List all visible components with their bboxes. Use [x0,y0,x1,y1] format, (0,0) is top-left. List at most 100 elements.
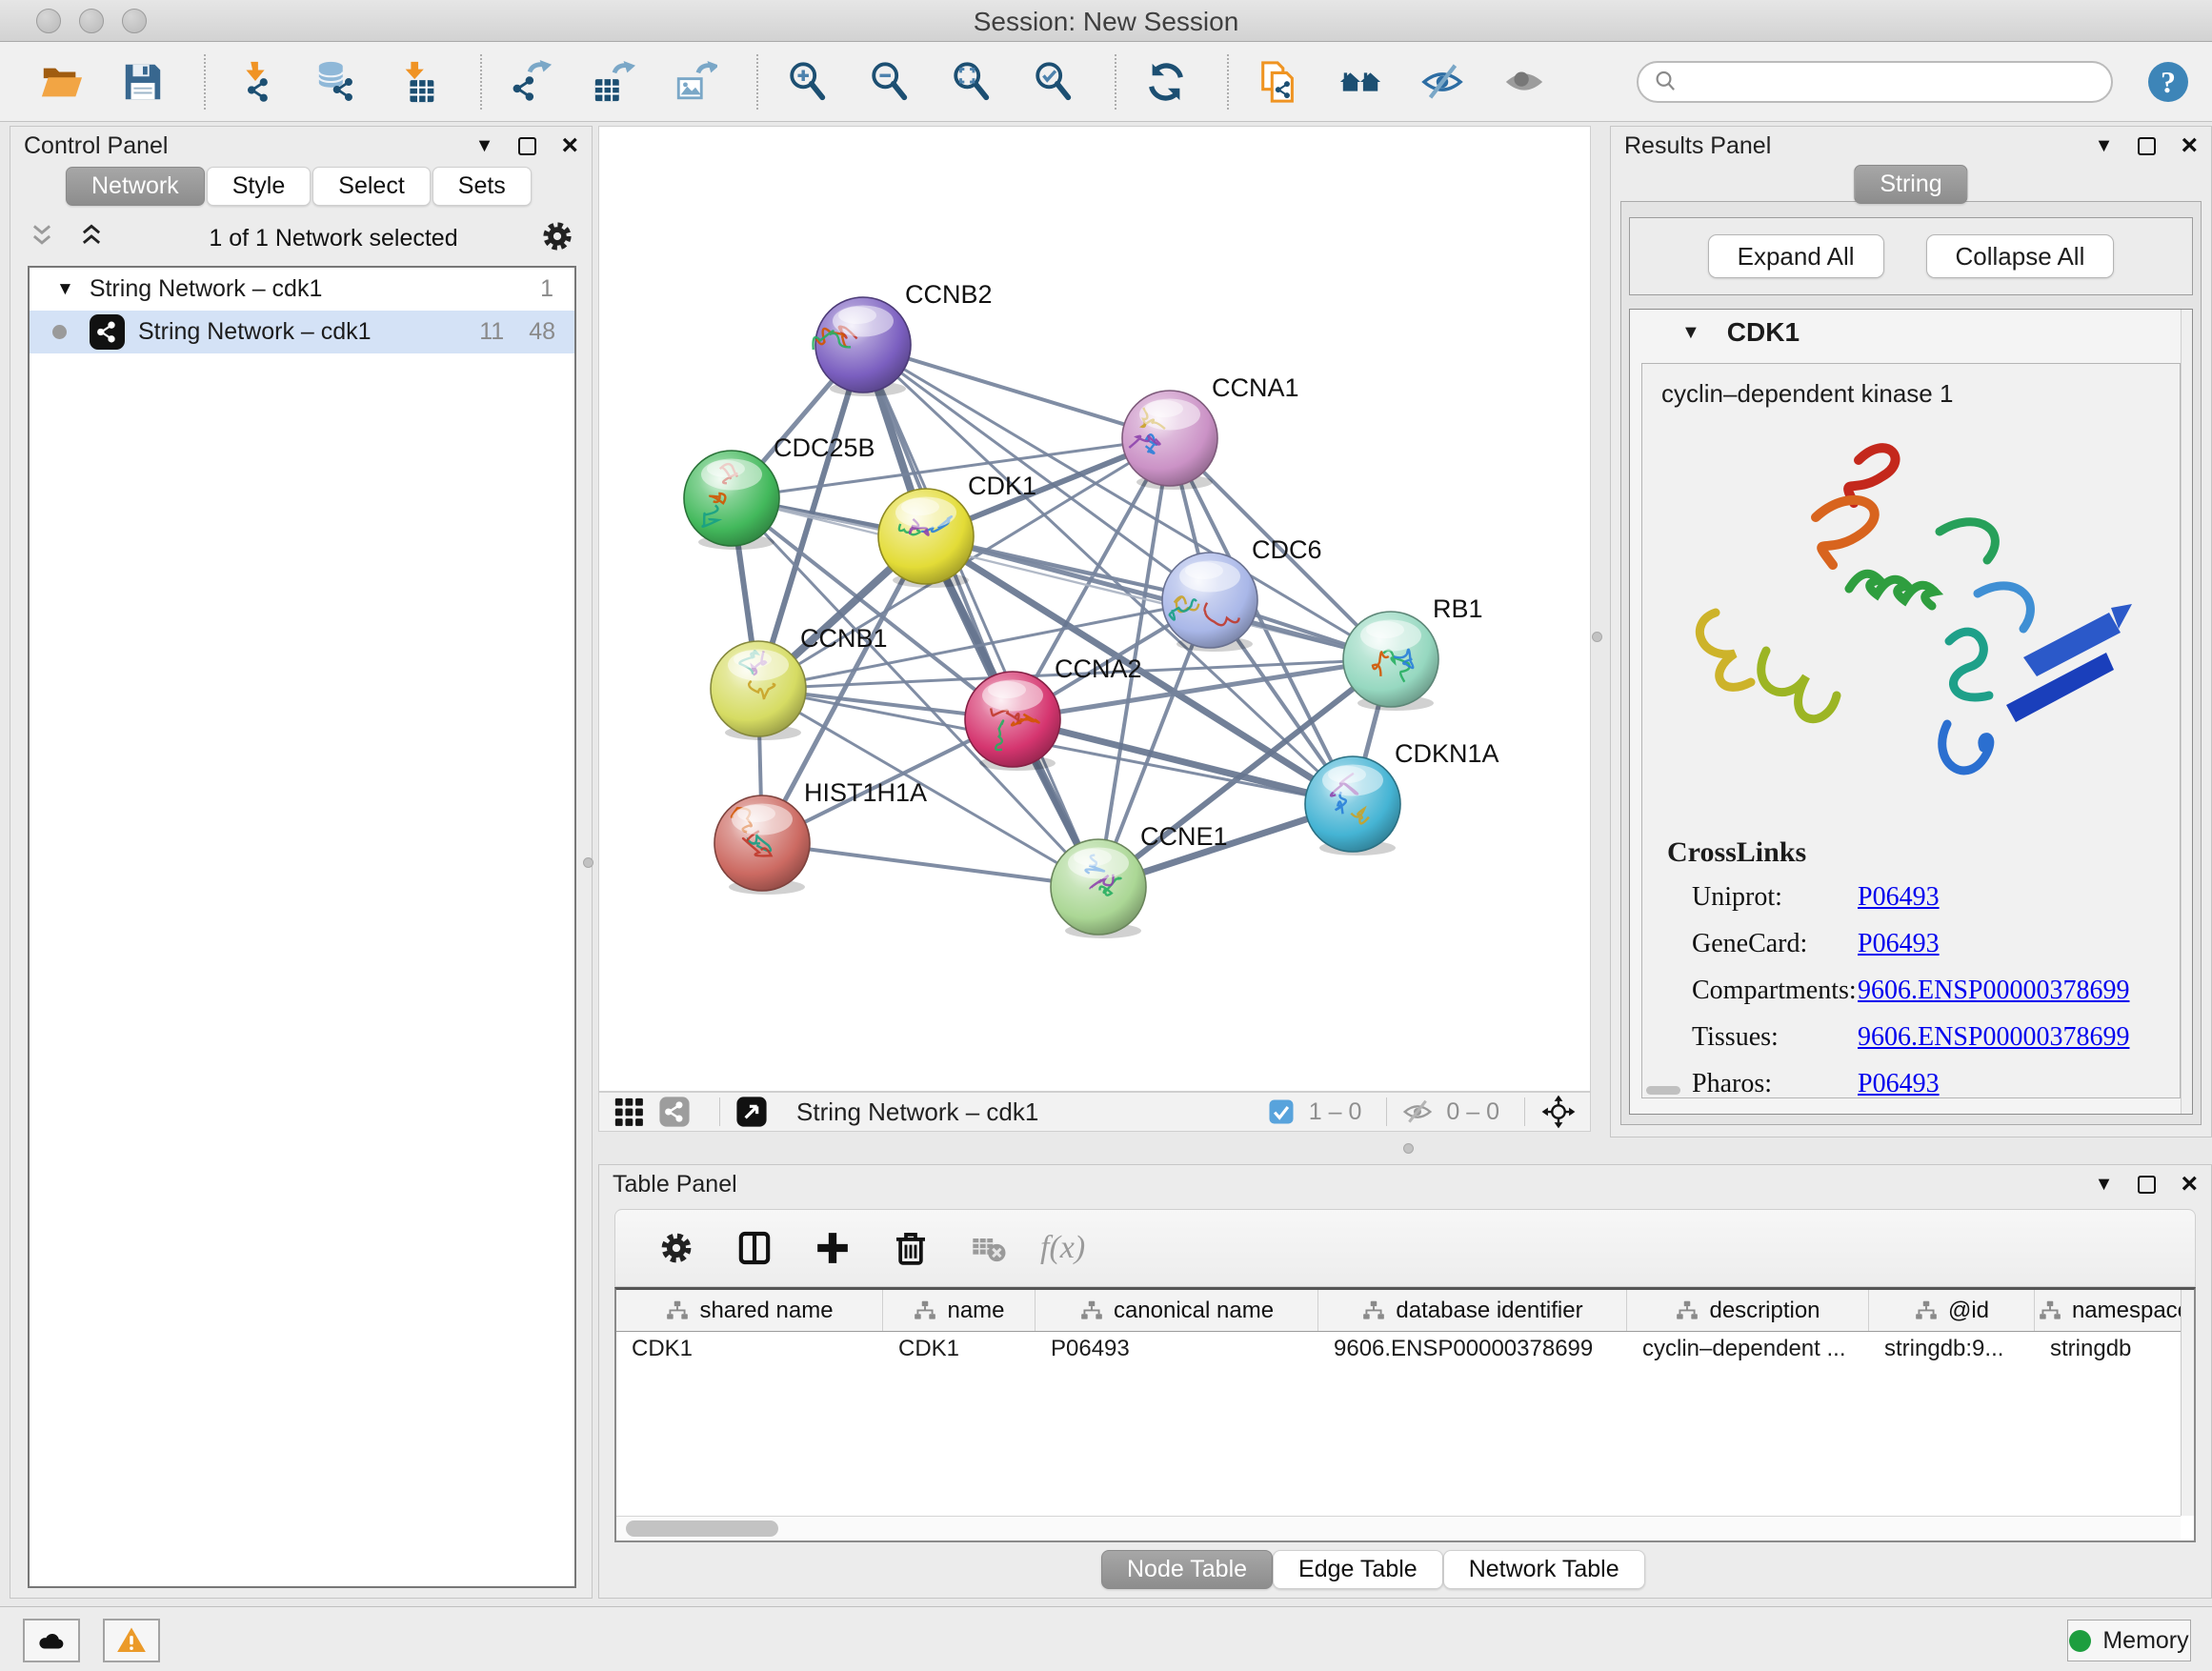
node-CDC6[interactable] [1162,553,1257,648]
export-network-button[interactable] [505,55,558,109]
node-CCNE1[interactable] [1051,839,1146,935]
string-share-icon[interactable] [658,1096,691,1128]
cloud-status-button[interactable] [23,1619,80,1662]
collapse-all-chevron-icon[interactable] [77,222,106,255]
tab-network-table[interactable]: Network Table [1443,1550,1645,1589]
export-image-icon [674,60,717,104]
panel-menu-icon[interactable]: ▼ [2095,1174,2114,1196]
birdseye-view-icon[interactable] [735,1096,768,1128]
delete-column-icon[interactable] [884,1221,937,1275]
panel-float-icon[interactable] [2138,1176,2156,1194]
network-grid-icon[interactable] [613,1096,645,1128]
homes-button[interactable] [1334,55,1387,109]
node-CCNB2[interactable] [814,297,911,393]
node-CCNB1[interactable] [711,641,806,736]
tree-column-icon [665,1299,690,1323]
table-vscrollbar[interactable] [2181,1290,2194,1516]
expand-all-button[interactable]: Expand All [1708,234,1884,278]
tab-edge-table[interactable]: Edge Table [1273,1550,1443,1589]
crosslink-link[interactable]: P06493 [1858,929,1940,959]
tab-network[interactable]: Network [66,167,205,206]
search-box[interactable] [1637,61,2113,103]
column-header-description[interactable]: description [1627,1290,1869,1331]
zoom-out-button[interactable] [863,55,916,109]
network-canvas[interactable]: CCNB2CCNA1CDC25BCDK1CDC6RB1CCNB1CCNA2CDK… [598,126,1591,1092]
panel-menu-icon[interactable]: ▼ [475,135,494,157]
tab-string[interactable]: String [1854,165,1967,204]
tree-column-icon [1914,1299,1939,1323]
import-table-button[interactable] [392,55,446,109]
table-hscrollbar[interactable] [616,1516,2181,1540]
node-label-RB1: RB1 [1433,594,1483,623]
export-image-button[interactable] [669,55,722,109]
tab-select[interactable]: Select [312,167,430,206]
crosslink-link[interactable]: 9606.ENSP00000378699 [1858,1022,2129,1053]
panel-float-icon[interactable] [518,137,536,155]
splitter-handle[interactable] [1403,1143,1414,1154]
results-hscroll-thumb[interactable] [1646,1086,1680,1095]
column-header-sharedname[interactable]: shared name [616,1290,883,1331]
selected-checkbox-icon[interactable] [1267,1097,1296,1126]
panel-close-icon[interactable]: × [2181,1175,2198,1194]
string-network-graph[interactable]: CCNB2CCNA1CDC25BCDK1CDC6RB1CCNB1CCNA2CDK… [599,127,1590,1091]
table-hscroll-thumb[interactable] [626,1520,778,1537]
refresh-button[interactable] [1139,55,1193,109]
node-RB1[interactable] [1343,612,1438,707]
node-CDKN1A[interactable] [1305,756,1400,852]
node-CCNA2[interactable] [965,672,1060,767]
crosslink-link[interactable]: P06493 [1858,882,1940,913]
tab-style[interactable]: Style [207,167,312,206]
column-header-databaseidentifier[interactable]: database identifier [1318,1290,1627,1331]
node-table[interactable]: shared namenamecanonical namedatabase id… [614,1287,2196,1542]
zoom-in-button[interactable] [781,55,835,109]
crosslink-link[interactable]: 9606.ENSP00000378699 [1858,976,2129,1006]
search-input[interactable] [1688,68,2098,96]
splitter-handle[interactable] [1592,632,1602,642]
node-HIST1H1A[interactable] [714,795,810,891]
add-column-icon[interactable] [806,1221,859,1275]
panel-menu-icon[interactable]: ▼ [2095,135,2114,157]
network-row[interactable]: String Network – cdk1 11 48 [30,311,574,353]
crosshair-icon[interactable] [1540,1094,1577,1130]
eye-slash-button[interactable] [1416,55,1469,109]
zoom-selected-button[interactable] [1027,55,1080,109]
column-header-namespace[interactable]: namespace [2035,1290,2194,1331]
column-header-canonicalname[interactable]: canonical name [1036,1290,1318,1331]
hidden-eye-slash-icon[interactable] [1402,1097,1433,1127]
network-options-gear-icon[interactable] [540,219,574,258]
collection-expander-icon[interactable]: ▼ [56,279,74,300]
save-session-button[interactable] [116,55,170,109]
table-gear-icon[interactable] [650,1221,703,1275]
tab-node-table[interactable]: Node Table [1101,1550,1273,1589]
gene-header-row[interactable]: ▼ CDK1 [1630,310,2192,355]
node-CCNA1[interactable] [1122,391,1217,486]
panel-close-icon[interactable]: × [2181,136,2198,155]
column-split-icon[interactable] [728,1221,781,1275]
tab-sets[interactable]: Sets [432,167,532,206]
edge-HIST1H1A-CCNE1[interactable] [762,843,1098,887]
table-row[interactable]: CDK1CDK1P064939606.ENSP00000378699cyclin… [616,1332,2194,1368]
eye-disabled-button[interactable] [1498,55,1551,109]
import-database-button[interactable] [311,55,364,109]
panel-float-icon[interactable] [2138,137,2156,155]
node-CDK1[interactable] [878,489,974,584]
results-vscrollbar[interactable] [2181,310,2192,1114]
copy-network-button[interactable] [1252,55,1305,109]
help-button[interactable]: ? [2142,55,2195,109]
network-collection-row[interactable]: ▼ String Network – cdk1 1 [30,268,574,311]
splitter-handle[interactable] [583,857,593,868]
export-table-button[interactable] [587,55,640,109]
zoom-fit-button[interactable] [945,55,998,109]
gene-expander-icon[interactable]: ▼ [1681,322,1700,344]
column-header-name[interactable]: name [883,1290,1036,1331]
open-session-button[interactable] [34,55,88,109]
crosslink-link[interactable]: P06493 [1858,1069,1940,1099]
memory-button[interactable]: Memory [2067,1620,2191,1661]
warning-button[interactable] [103,1619,160,1662]
expand-all-chevron-icon[interactable] [28,222,56,255]
import-network-button[interactable] [229,55,282,109]
collapse-all-button[interactable]: Collapse All [1926,234,2115,278]
node-CDC25B[interactable] [684,451,779,546]
panel-close-icon[interactable]: × [561,136,578,155]
column-header-id[interactable]: @id [1869,1290,2035,1331]
